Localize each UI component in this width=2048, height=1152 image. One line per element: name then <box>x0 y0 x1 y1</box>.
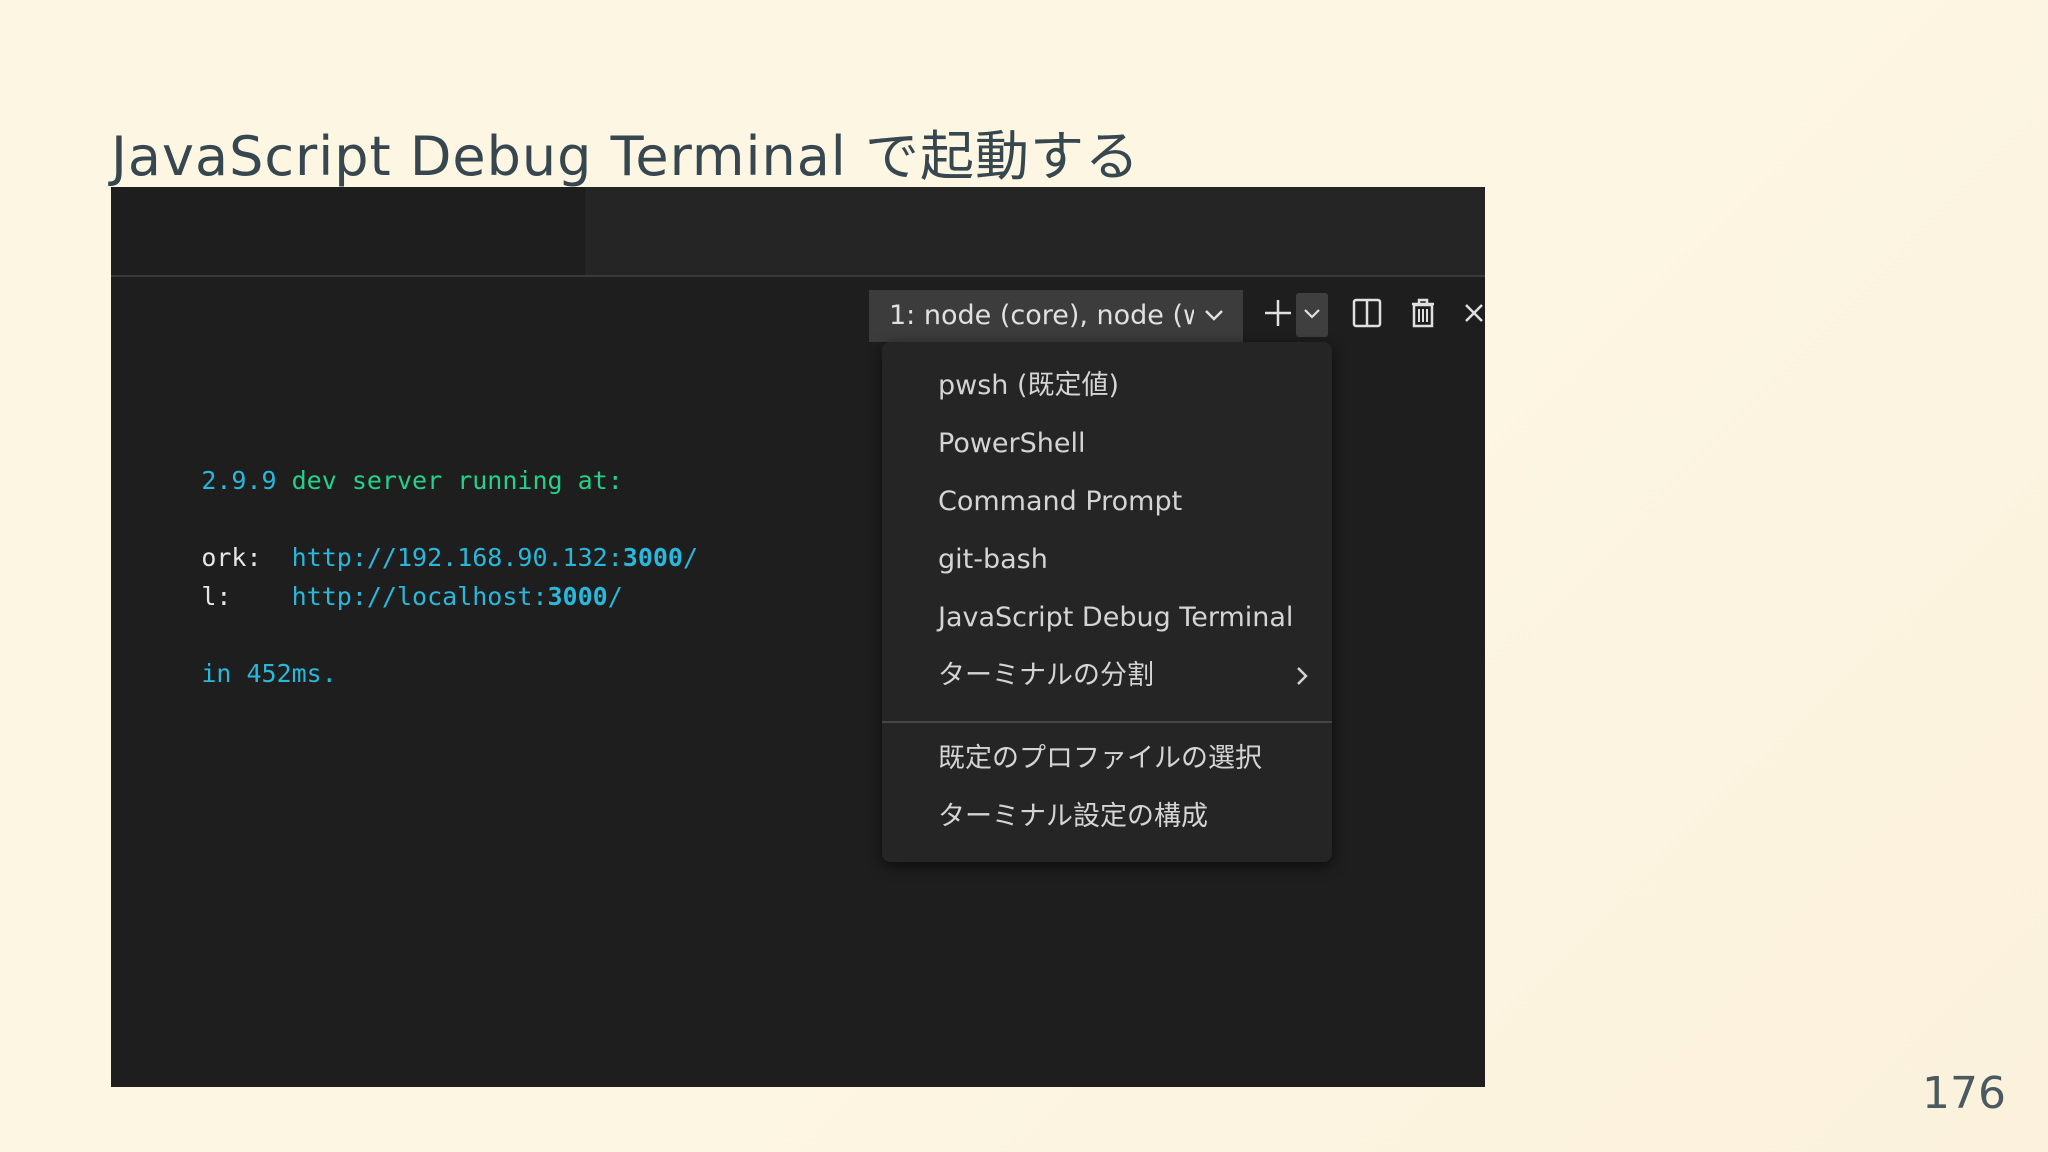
terminal-selector-dropdown[interactable]: 1: node (core), node (wo <box>869 290 1243 342</box>
chevron-down-icon <box>1302 303 1322 327</box>
terminal-line: in 452ms. <box>111 630 337 717</box>
terminal-line: 2.9.9 dev server running at: <box>111 437 623 524</box>
menu-item-configure-terminal-settings[interactable]: ターミナル設定の構成 <box>882 789 1332 845</box>
slide-title: JavaScript Debug Terminal で起動する <box>111 125 1140 188</box>
menu-item-command-prompt[interactable]: Command Prompt <box>882 474 1332 530</box>
terminal-line: l: http://localhost:3000/ <box>111 553 623 640</box>
new-terminal-button[interactable] <box>1256 293 1300 337</box>
close-icon <box>1461 300 1485 330</box>
terminal-segment: l: <box>201 582 292 611</box>
menu-item-javascript-debug-terminal[interactable]: JavaScript Debug Terminal <box>882 590 1332 646</box>
menu-item-select-default-profile[interactable]: 既定のプロファイルの選択 <box>882 731 1332 787</box>
terminal-segment: 2.9.9 <box>201 466 292 495</box>
terminal-link[interactable]: / <box>608 582 623 611</box>
chevron-down-icon <box>1203 290 1225 342</box>
terminal-link[interactable]: 3000 <box>548 582 608 611</box>
menu-item-powershell[interactable]: PowerShell <box>882 416 1332 472</box>
menu-item-split-terminal[interactable]: ターミナルの分割 <box>882 648 1332 704</box>
split-icon <box>1352 298 1382 332</box>
vscode-screenshot: 2.9.9 dev server running at: ork: http:/… <box>111 187 1485 1087</box>
chevron-right-icon <box>1294 648 1310 724</box>
trash-icon <box>1409 298 1437 332</box>
terminal-link[interactable]: 3000 <box>623 543 683 572</box>
launch-profile-menu: pwsh (既定値) PowerShell Command Prompt git… <box>882 342 1332 862</box>
plus-icon <box>1262 297 1294 333</box>
kill-terminal-button[interactable] <box>1401 293 1445 337</box>
launch-profile-button[interactable] <box>1296 293 1328 337</box>
terminal-link[interactable]: / <box>683 543 698 572</box>
split-terminal-button[interactable] <box>1345 293 1389 337</box>
close-panel-button[interactable] <box>1461 293 1485 337</box>
menu-item-pwsh[interactable]: pwsh (既定値) <box>882 358 1332 414</box>
menu-separator <box>882 721 1332 723</box>
menu-item-git-bash[interactable]: git-bash <box>882 532 1332 588</box>
terminal-selector-label: 1: node (core), node (wo <box>889 300 1194 331</box>
terminal-segment: dev server running at: <box>291 466 623 495</box>
terminal-segment: in 452ms. <box>201 659 337 688</box>
terminal-link[interactable]: http://localhost: <box>292 582 548 611</box>
page-number: 176 <box>1922 1068 2006 1119</box>
